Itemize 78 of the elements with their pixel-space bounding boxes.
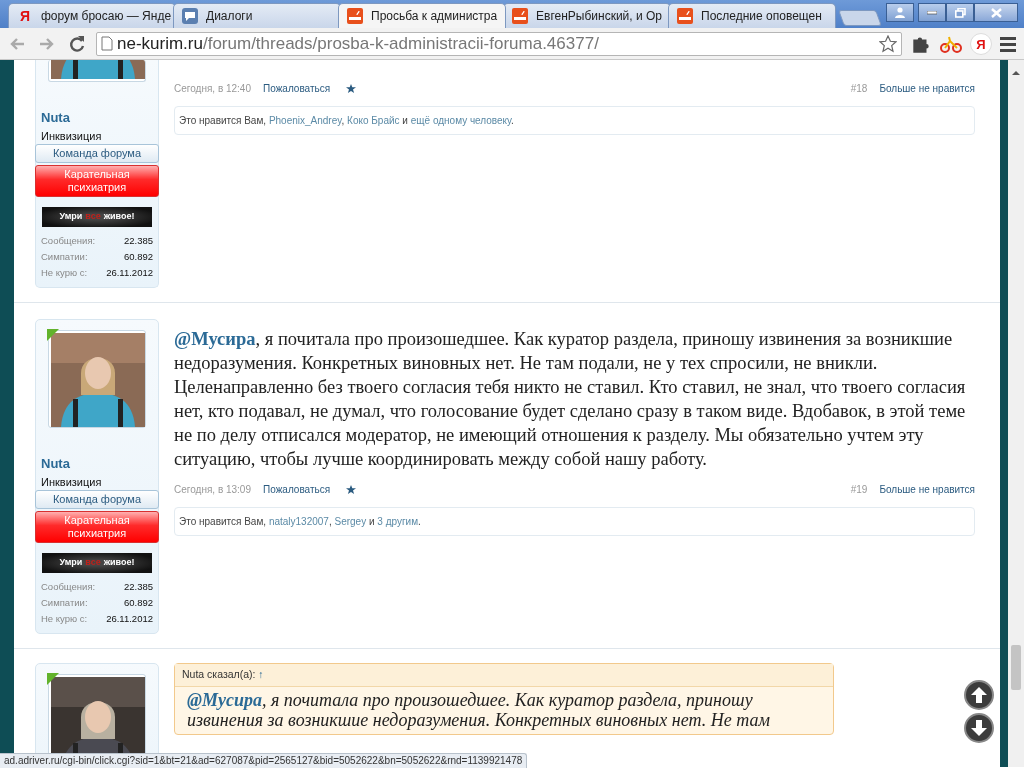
user-link[interactable]: Phoenix_Andrey xyxy=(268,115,342,126)
jump-link[interactable]: ↑ xyxy=(258,668,264,680)
person-icon xyxy=(895,7,905,18)
username-link[interactable]: Nuta xyxy=(41,108,153,128)
quote-text: извинения за возникшие недоразумения. Конкретных виновных нет. Не там xyxy=(186,709,771,730)
stat-value: 22.385 xyxy=(123,234,153,248)
stat-value: 26.11.2012 xyxy=(106,266,153,280)
mention-link[interactable]: @Мусира xyxy=(174,329,256,349)
stat-value: 22.385 xyxy=(123,580,153,594)
scroll-down-button[interactable] xyxy=(964,713,994,743)
stat-value: 26.11.2012 xyxy=(106,612,153,626)
quote-text: @Мусира, я почитала про произошедшее. Как куратор раздела, приношу xyxy=(186,689,754,710)
report-link[interactable]: Пожаловаться xyxy=(263,82,331,96)
stat-value: 60.892 xyxy=(123,250,153,264)
speech-bubble-icon xyxy=(182,8,198,24)
userbar-text: Умри xyxy=(59,556,83,570)
stat-label: Не курю с: xyxy=(41,612,88,626)
user-banner: Команда форума xyxy=(35,490,159,509)
post-number[interactable]: #18 xyxy=(850,82,868,96)
stat-label: Симпатии: xyxy=(41,250,88,264)
page-icon xyxy=(101,36,113,51)
scrollbar-thumb[interactable] xyxy=(1011,645,1021,690)
status-bar: ad.adriver.ru/cgi-bin/click.cgi?sid=1&bt=21&ad=627087&pid=2565127&bid=5052622&bn=5052622&rnd=1139921478 xyxy=(0,753,528,768)
likes-summary: Это нравится Вам, Phoenix_Andrey, Коко Брайс и ещё одному человеку. xyxy=(174,106,975,135)
browser-tab[interactable]: Диалоги xyxy=(173,3,341,28)
minimize-icon xyxy=(927,10,937,15)
up-arrow-icon xyxy=(970,686,988,704)
username-link[interactable]: Nuta xyxy=(41,454,153,474)
user-link[interactable]: Sergey xyxy=(334,516,367,527)
star-icon[interactable] xyxy=(346,485,357,495)
user-title: Инквизиция xyxy=(41,128,103,144)
userbar-text: Умри xyxy=(59,210,83,224)
restore-button[interactable] xyxy=(946,3,974,22)
close-icon xyxy=(990,7,1002,18)
stat-value: 60.892 xyxy=(123,596,153,610)
user-link[interactable]: nataly132007 xyxy=(268,516,329,527)
close-button[interactable] xyxy=(974,3,1018,22)
browser-tab[interactable]: Последние оповещен xyxy=(668,3,836,28)
post-number[interactable]: #19 xyxy=(850,483,868,497)
unlike-link[interactable]: Больше не нравится xyxy=(879,483,975,497)
cigarette-icon xyxy=(512,8,528,24)
post-date: Сегодня, в 12:40 xyxy=(174,82,251,96)
restore-icon xyxy=(954,7,966,18)
userbar-text: все xyxy=(85,556,101,570)
userbar-text: все xyxy=(85,210,101,224)
post-date: Сегодня, в 13:09 xyxy=(174,483,251,497)
userbar-text: живое! xyxy=(103,210,135,224)
browser-tab[interactable]: Я форум бросаю — Янде xyxy=(8,3,176,28)
star-icon[interactable] xyxy=(346,84,357,94)
minimize-button[interactable] xyxy=(918,3,946,22)
star-icon[interactable] xyxy=(879,34,897,53)
user-banner: Карательная психиатрия xyxy=(35,165,159,197)
post-text: @Мусира, я почитала про произошедшее. Как куратор раздела, приношу извинения за возникшие недоразумения. Конкретных виновных нет. Не там подали, не у тех спросили, не вникли. Целенаправленно без твоего согласия тебя никто не ставил. Кто ставил, не знал, что твоего согласия нет, кто подавал, не думал, что голосование будет сделано сразу в таком виде. Вдобавок, в этой теме не по делу отписался модератор, не имеющий отношения к разделу. Мы обязательно учтем эту ситуацию, чтобы лучше координировать между собой нашу работу. xyxy=(174,328,967,471)
unlike-link[interactable]: Больше не нравится xyxy=(879,82,975,96)
address-field[interactable]: ne-kurim.ru/forum/threads/prosba-k-administracii-foruma.46377/ xyxy=(96,31,902,56)
stat-label: Не курю с: xyxy=(41,266,88,280)
menu-icon[interactable] xyxy=(1000,35,1018,52)
yandex-icon: Я xyxy=(17,8,33,24)
user-link[interactable]: Коко Брайс xyxy=(347,115,400,126)
user-button[interactable] xyxy=(886,3,914,22)
stat-label: Сообщения: xyxy=(41,580,96,594)
yandex-button[interactable]: Я xyxy=(970,32,992,55)
likes-summary: Это нравится Вам, nataly132007, Sergey и 3 другим. xyxy=(174,507,975,536)
scroll-up-button[interactable] xyxy=(964,680,994,710)
mention-link[interactable]: @Мусира xyxy=(187,689,262,710)
user-banner: Карательная психиатрия xyxy=(35,511,159,543)
user-title: Инквизиция xyxy=(41,474,103,490)
cigarette-icon xyxy=(677,8,693,24)
stat-label: Симпатии: xyxy=(41,596,88,610)
user-banner: Команда форума xyxy=(35,144,159,163)
browser-tab[interactable]: Просьба к администра xyxy=(338,3,506,28)
report-link[interactable]: Пожаловаться xyxy=(263,483,331,497)
browser-tab[interactable]: ЕвгенРыбинский, и Ор xyxy=(503,3,671,28)
cigarette-icon xyxy=(347,8,363,24)
userbar-text: живое! xyxy=(103,556,135,570)
stat-label: Сообщения: xyxy=(41,234,96,248)
down-arrow-icon xyxy=(970,719,988,737)
quote-author: Nuta сказал(а): xyxy=(182,668,256,680)
